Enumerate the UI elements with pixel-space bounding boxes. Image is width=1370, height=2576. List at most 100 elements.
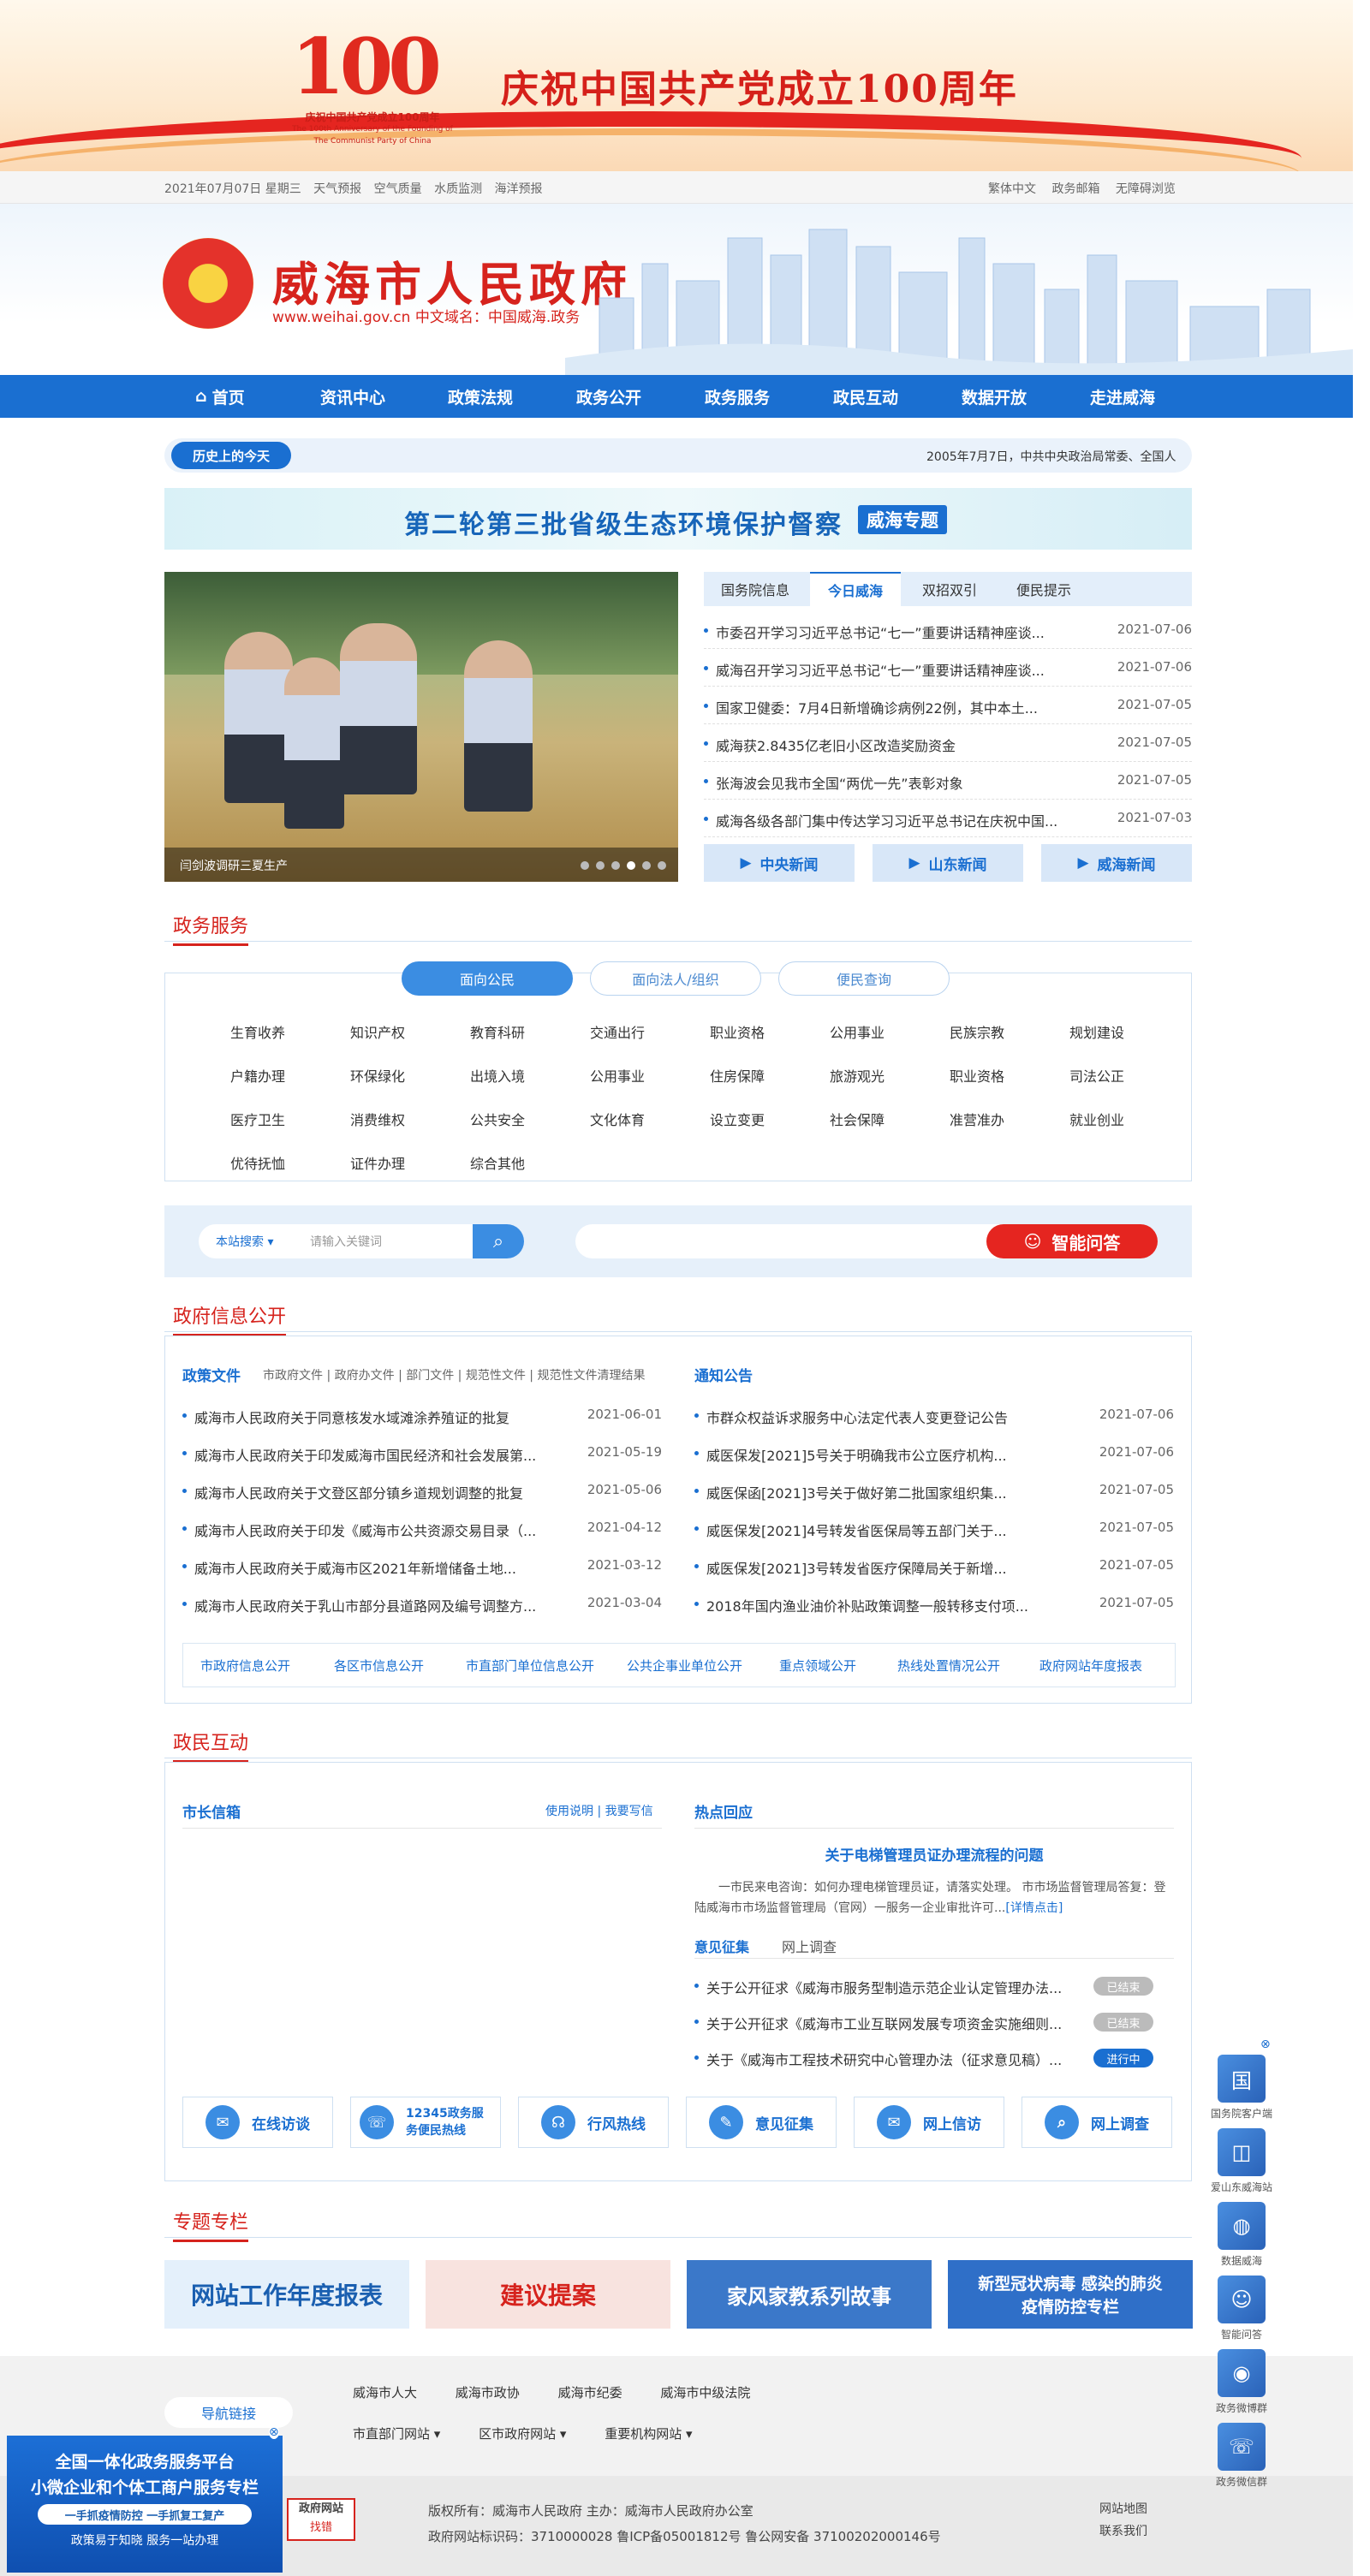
- dept-sites-dropdown[interactable]: 市直部门网站 ▾: [353, 2426, 440, 2442]
- nav-gov-affairs-open[interactable]: 政务公开: [576, 375, 641, 418]
- slide-dot-active[interactable]: [627, 861, 635, 870]
- ocean-forecast-link[interactable]: 海洋预报: [495, 182, 543, 196]
- slide-dot[interactable]: [611, 861, 620, 870]
- conduct-hotline-button[interactable]: ☊ 行风热线: [518, 2097, 669, 2148]
- air-quality-link[interactable]: 空气质量: [374, 182, 422, 196]
- service-item[interactable]: 职业资格: [950, 1065, 1004, 1086]
- service-item[interactable]: 证件办理: [350, 1152, 405, 1173]
- policy-item[interactable]: 威海市人民政府关于印发威海市国民经济和社会发展第... 2021-05-19: [182, 1434, 662, 1472]
- mayor-mailbox-title[interactable]: 市长信箱: [182, 1800, 241, 1822]
- details-link[interactable]: [详情点击]: [1005, 1901, 1063, 1915]
- district-sites-dropdown[interactable]: 区市政府网站 ▾: [479, 2426, 566, 2442]
- topic-banner[interactable]: 建议提案: [426, 2260, 670, 2329]
- hot-response-headline[interactable]: 关于电梯管理员证办理流程的问题: [694, 1843, 1174, 1865]
- service-item[interactable]: 环保绿化: [350, 1065, 405, 1086]
- online-interview-button[interactable]: ✉ 在线访谈: [182, 2097, 333, 2148]
- key-org-sites-dropdown[interactable]: 重要机构网站 ▾: [605, 2426, 692, 2442]
- service-item[interactable]: 公用事业: [830, 1021, 885, 1042]
- nav-home[interactable]: ⌂ 首页: [195, 375, 245, 418]
- nav-gov-services[interactable]: 政务服务: [705, 375, 770, 418]
- link-court[interactable]: 威海市中级法院: [660, 2385, 750, 2400]
- opinion-item[interactable]: 关于公开征求《威海市服务型制造示范企业认定管理办法... 已结束: [694, 1966, 1174, 2004]
- service-item[interactable]: 优待抚恤: [230, 1152, 285, 1173]
- accessibility-link[interactable]: 无障碍浏览: [1116, 182, 1176, 196]
- link-npc[interactable]: 威海市人大: [353, 2385, 417, 2400]
- opinion-collection-button[interactable]: ✎ 意见征集: [686, 2097, 837, 2148]
- policy-item[interactable]: 威海市人民政府关于威海市区2021年新增储备土地... 2021-03-12: [182, 1547, 662, 1585]
- service-item[interactable]: 教育科研: [470, 1021, 525, 1042]
- policy-item[interactable]: 威海市人民政府关于文登区部分镇乡道规划调整的批复 2021-05-06: [182, 1472, 662, 1509]
- service-item[interactable]: 旅游观光: [830, 1065, 885, 1086]
- hotline-12345-button[interactable]: ☏ 12345政务服务便民热线: [350, 2097, 501, 2148]
- service-item[interactable]: 设立变更: [710, 1109, 765, 1129]
- tab-state-council[interactable]: 国务院信息: [704, 572, 807, 606]
- weibo-link[interactable]: ◉ 政务微博群: [1207, 2349, 1276, 2415]
- slide-dot[interactable]: [642, 861, 651, 870]
- service-item[interactable]: 社会保障: [830, 1109, 885, 1129]
- service-item[interactable]: 生育收养: [230, 1021, 285, 1042]
- sitemap-link[interactable]: 网站地图: [1099, 2500, 1147, 2517]
- online-survey-button[interactable]: ⌕ 网上调查: [1022, 2097, 1172, 2148]
- policy-item[interactable]: 威海市人民政府关于印发《威海市公共资源交易目录（... 2021-04-12: [182, 1509, 662, 1547]
- pill-public-query[interactable]: 便民查询: [778, 961, 950, 996]
- tab-investment[interactable]: 双招双引: [904, 572, 995, 606]
- weather-link[interactable]: 天气预报: [313, 182, 361, 196]
- traditional-chinese-link[interactable]: 繁体中文: [988, 182, 1036, 196]
- service-item[interactable]: 规划建设: [1069, 1021, 1124, 1042]
- slide-dot[interactable]: [658, 861, 666, 870]
- nav-policies[interactable]: 政策法规: [448, 375, 513, 418]
- nav-open-data[interactable]: 数据开放: [962, 375, 1027, 418]
- news-item[interactable]: 威海召开学习习近平总书记“七一”重要讲话精神座谈... 2021-07-06: [704, 649, 1192, 687]
- nav-news-center[interactable]: 资讯中心: [320, 375, 385, 418]
- service-item[interactable]: 公共安全: [470, 1109, 525, 1129]
- smart-qa-button[interactable]: ☺ 智能问答: [986, 1224, 1158, 1258]
- notice-item[interactable]: 威医保发[2021]4号转发省医保局等五部门关于... 2021-07-05: [694, 1509, 1174, 1547]
- central-news-button[interactable]: ▶ 中央新闻: [704, 844, 855, 882]
- today-in-history-text[interactable]: 2005年7月7日，中共中央政治局常委、全国人: [926, 448, 1183, 465]
- notice-item[interactable]: 威医保函[2021]3号关于做好第二批国家组织集... 2021-07-05: [694, 1472, 1174, 1509]
- data-weihai-link[interactable]: ◍ 数据威海: [1207, 2202, 1276, 2268]
- floating-service-ad[interactable]: ⊗ 全国一体化政务服务平台 小微企业和个体工商户服务专栏 一手抓疫情防控 一手抓…: [7, 2425, 283, 2573]
- tab-public-tips[interactable]: 便民提示: [998, 572, 1089, 606]
- notice-item[interactable]: 2018年国内渔业油价补贴政策调整一般转移支付项... 2021-07-05: [694, 1585, 1174, 1622]
- link-annual-report[interactable]: 政府网站年度报表: [1039, 1657, 1142, 1675]
- link-public-enterprise[interactable]: 公共企事业单位公开: [627, 1657, 742, 1675]
- nav-about-weihai[interactable]: 走进威海: [1090, 375, 1155, 418]
- opinion-item[interactable]: 关于公开征求《威海市工业互联网发展专项资金实施细则... 已结束: [694, 2002, 1174, 2040]
- link-cppcc[interactable]: 威海市政协: [456, 2385, 520, 2400]
- photo-slideshow[interactable]: 闫剑波调研三夏生产: [164, 572, 678, 882]
- service-item[interactable]: 准营准办: [950, 1109, 1004, 1129]
- service-item[interactable]: 医疗卫生: [230, 1109, 285, 1129]
- service-item[interactable]: 民族宗教: [950, 1021, 1004, 1042]
- notice-item[interactable]: 威医保发[2021]3号转发省医疗保障局关于新增... 2021-07-05: [694, 1547, 1174, 1585]
- smart-qa-float-link[interactable]: ☺ 智能问答: [1207, 2276, 1276, 2341]
- weihai-news-button[interactable]: ▶ 威海新闻: [1041, 844, 1192, 882]
- topic-banner[interactable]: 家风家教系列故事: [687, 2260, 932, 2329]
- link-district-info[interactable]: 各区市信息公开: [334, 1657, 424, 1675]
- service-item[interactable]: 公用事业: [590, 1065, 645, 1086]
- pill-organizations[interactable]: 面向法人/组织: [590, 961, 761, 996]
- close-icon[interactable]: ⊗: [269, 2425, 279, 2439]
- topic-banner[interactable]: 网站工作年度报表: [164, 2260, 409, 2329]
- water-quality-link[interactable]: 水质监测: [434, 182, 482, 196]
- close-icon[interactable]: ⊗: [1260, 2038, 1271, 2051]
- news-item[interactable]: 威海各级各部门集中传达学习习近平总书记在庆祝中国... 2021-07-03: [704, 800, 1192, 837]
- service-item[interactable]: 司法公正: [1069, 1065, 1124, 1086]
- link-discipline[interactable]: 威海市纪委: [558, 2385, 622, 2400]
- link-hotline-disposal[interactable]: 热线处置情况公开: [897, 1657, 1000, 1675]
- tab-online-survey[interactable]: 网上调查: [782, 1936, 837, 1956]
- service-item[interactable]: 文化体育: [590, 1109, 645, 1129]
- policy-item[interactable]: 威海市人民政府关于乳山市部分县道路网及编号调整方... 2021-03-04: [182, 1585, 662, 1622]
- news-item[interactable]: 威海获2.8435亿老旧小区改造奖励资金 2021-07-05: [704, 724, 1192, 762]
- service-item[interactable]: 就业创业: [1069, 1109, 1124, 1129]
- service-item[interactable]: 交通出行: [590, 1021, 645, 1042]
- gov-site-error-badge[interactable]: 政府网站 找错: [287, 2498, 355, 2541]
- service-item[interactable]: 职业资格: [710, 1021, 765, 1042]
- topic-banner[interactable]: 新型冠状病毒 感染的肺炎疫情防控专栏: [948, 2260, 1193, 2329]
- service-item[interactable]: 综合其他: [470, 1152, 525, 1173]
- policy-file-tabs[interactable]: 市政府文件 | 政府办文件 | 部门文件 | 规范性文件 | 规范性文件清理结果: [263, 1366, 645, 1383]
- tab-opinion-collection[interactable]: 意见征集: [694, 1936, 749, 1956]
- nav-interaction[interactable]: 政民互动: [833, 375, 898, 418]
- opinion-item[interactable]: 关于《威海市工程技术研究中心管理办法（征求意见稿）... 进行中: [694, 2038, 1174, 2076]
- eco-inspection-banner[interactable]: 第二轮第三批省级生态环境保护督察 威海专题: [164, 488, 1192, 550]
